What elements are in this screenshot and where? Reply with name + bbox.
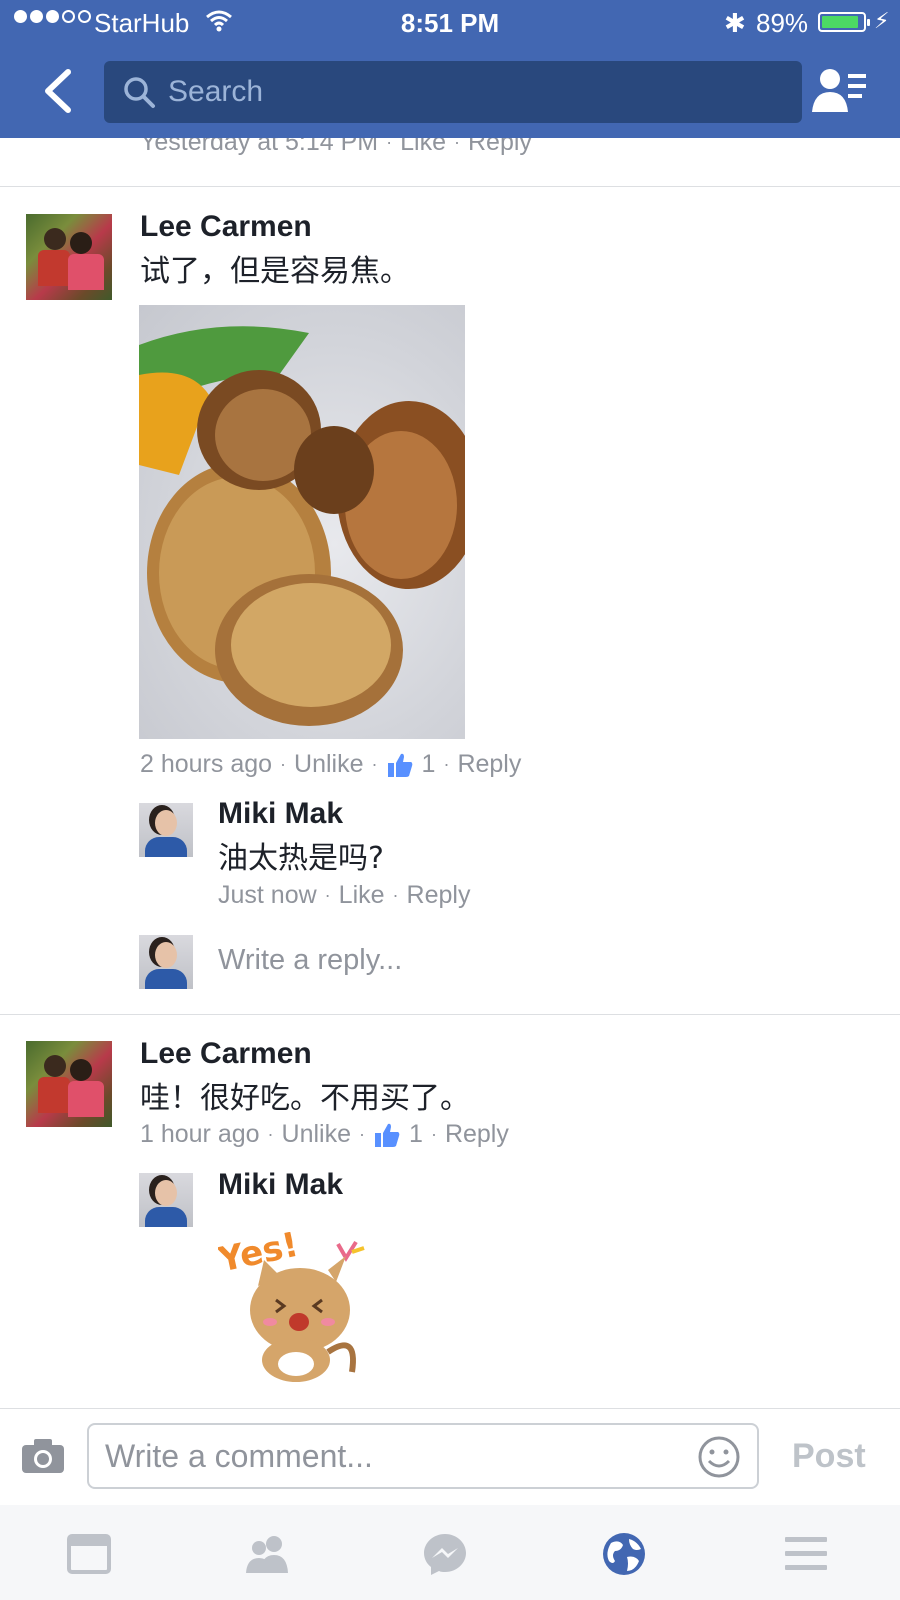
comment-composer: Write a comment... Post (0, 1408, 900, 1506)
avatar[interactable] (26, 1041, 112, 1127)
top-bar: StarHub 8:51 PM ✱ 89% ⚡ Search (0, 0, 900, 138)
comment-meta: 2 hours ago · Unlike · 1 · Reply (140, 750, 522, 779)
reply-time: Just now (218, 881, 317, 909)
emoji-icon[interactable] (697, 1435, 741, 1479)
reply-author[interactable]: Miki Mak (218, 797, 343, 831)
cat-yes-sticker[interactable]: Yes! (218, 1232, 378, 1382)
like-count[interactable]: 1 (409, 1120, 423, 1149)
messenger-icon[interactable] (422, 1531, 468, 1577)
comment-input[interactable]: Write a comment... (87, 1423, 759, 1489)
unlike-link[interactable]: Unlike (294, 750, 363, 779)
divider (0, 1014, 900, 1015)
comment-text: 哇！很好吃。不用买了。 (140, 1081, 470, 1116)
like-count[interactable]: 1 (422, 750, 436, 779)
thumbs-up-icon (387, 753, 412, 777)
reply-link[interactable]: Reply (457, 750, 521, 779)
write-reply-input[interactable]: Write a reply... (218, 944, 402, 977)
comment-placeholder: Write a comment... (105, 1438, 373, 1474)
avatar[interactable] (139, 803, 193, 857)
search-icon (124, 77, 155, 108)
avatar[interactable] (139, 1173, 193, 1227)
tab-bar (0, 1505, 900, 1600)
comment-time: 1 hour ago (140, 1120, 260, 1148)
divider (0, 186, 900, 187)
friends-icon[interactable] (244, 1531, 290, 1577)
reply-link[interactable]: Reply (445, 1120, 509, 1149)
post-button[interactable]: Post (792, 1437, 866, 1476)
charging-icon: ⚡ (874, 8, 890, 33)
reply-link[interactable]: Reply (407, 881, 471, 910)
battery-percent: 89% (756, 8, 809, 38)
comment-photo[interactable] (139, 305, 465, 739)
battery-icon (818, 12, 870, 32)
comment-text: 试了，但是容易焦。 (140, 254, 410, 289)
unlike-link[interactable]: Unlike (282, 1120, 351, 1149)
reply-author[interactable]: Miki Mak (218, 1168, 343, 1202)
reply-meta: Just now · Like · Reply (218, 881, 471, 910)
comment-author[interactable]: Lee Carmen (140, 1037, 312, 1071)
comment-time: 2 hours ago (140, 750, 273, 778)
status-bar: StarHub 8:51 PM ✱ 89% ⚡ (0, 0, 900, 46)
comment-meta: 1 hour ago · Unlike · 1 · Reply (140, 1120, 509, 1149)
reply-text: 油太热是吗? (218, 841, 384, 876)
like-link[interactable]: Like (339, 881, 385, 910)
thumbs-up-icon (375, 1123, 400, 1147)
back-arrow-icon[interactable] (38, 66, 78, 116)
avatar[interactable] (26, 214, 112, 300)
search-placeholder: Search (168, 75, 264, 108)
comment-author[interactable]: Lee Carmen (140, 210, 312, 244)
my-avatar (139, 935, 193, 989)
friend-requests-icon[interactable] (812, 66, 868, 116)
search-input[interactable]: Search (104, 61, 802, 123)
notifications-globe-icon[interactable] (601, 1531, 647, 1577)
menu-icon[interactable] (783, 1531, 829, 1577)
camera-icon[interactable] (20, 1437, 66, 1475)
news-feed-icon[interactable] (66, 1531, 112, 1577)
bluetooth-icon: ✱ (724, 8, 746, 38)
